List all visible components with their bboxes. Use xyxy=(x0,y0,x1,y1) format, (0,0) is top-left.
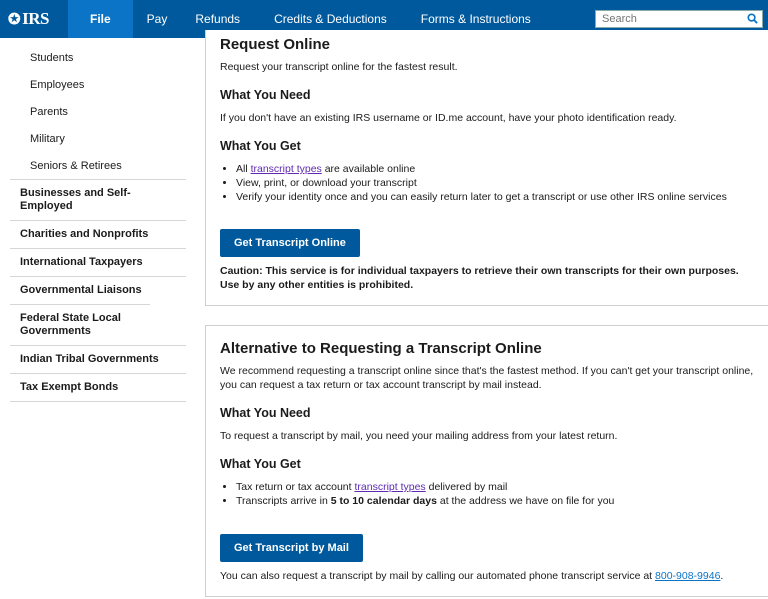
get-transcript-online-button[interactable]: Get Transcript Online xyxy=(220,229,360,257)
sidebar-item-parents[interactable]: Parents xyxy=(10,98,186,125)
sidebar-item-military[interactable]: Military xyxy=(10,125,186,152)
online-get-heading: What You Get xyxy=(220,139,301,153)
bullet-text: delivered by mail xyxy=(425,481,508,493)
delivery-days: 5 to 10 calendar days xyxy=(330,495,437,507)
online-get-list: All transcript types are available onlin… xyxy=(206,162,741,204)
online-need-heading: What You Need xyxy=(220,88,311,102)
irs-logo[interactable]: ✪ IRS xyxy=(0,0,68,38)
sidebar-item-businesses[interactable]: Businesses and Self-Employed xyxy=(10,179,186,220)
bullet-text: Transcripts arrive in xyxy=(236,495,331,507)
mail-need-heading: What You Need xyxy=(220,406,311,420)
sidebar-item-indian-tribal[interactable]: Indian Tribal Governments xyxy=(10,345,186,373)
phone-service-text: You can also request a transcript by mai… xyxy=(206,569,737,583)
list-item: All transcript types are available onlin… xyxy=(236,162,727,176)
sidebar-item-employees[interactable]: Employees xyxy=(10,71,186,98)
sidebar-item-seniors-retirees[interactable]: Seniors & Retirees xyxy=(10,152,186,179)
search-icon[interactable] xyxy=(747,13,758,24)
sidebar-item-international[interactable]: International Taxpayers xyxy=(10,248,186,276)
alternative-title: Alternative to Requesting a Transcript O… xyxy=(220,340,542,357)
online-need-text: If you don't have an existing IRS userna… xyxy=(220,112,677,124)
bullet-text: at the address we have on file for you xyxy=(436,495,615,507)
bullet-text: Tax return or tax account xyxy=(236,481,355,493)
transcript-types-link[interactable]: transcript types xyxy=(251,163,322,175)
list-item: Transcripts arrive in 5 to 10 calendar d… xyxy=(236,494,614,508)
sidebar-item-charities[interactable]: Charities and Nonprofits xyxy=(10,220,186,248)
sidebar-item-tax-exempt-bonds[interactable]: Tax Exempt Bonds xyxy=(10,373,186,402)
logo-text: IRS xyxy=(22,9,49,28)
search-box xyxy=(595,10,763,28)
phone-text: You can also request a transcript by mai… xyxy=(220,570,656,582)
phone-text-end: . xyxy=(720,570,724,582)
request-online-panel: Request Online Request your transcript o… xyxy=(205,30,768,306)
sidebar-item-students[interactable]: Students xyxy=(10,44,186,71)
list-item: View, print, or download your transcript xyxy=(236,176,727,190)
request-online-title: Request Online xyxy=(220,36,331,53)
list-item: Verify your identity once and you can ea… xyxy=(236,190,727,204)
bullet-text: are available online xyxy=(321,163,416,175)
sidebar: Students Employees Parents Military Seni… xyxy=(10,44,186,402)
get-transcript-by-mail-button[interactable]: Get Transcript by Mail xyxy=(220,534,363,562)
nav-file[interactable]: File xyxy=(68,0,133,38)
list-item: Tax return or tax account transcript typ… xyxy=(236,480,614,494)
bullet-text: All xyxy=(236,163,251,175)
request-online-intro: Request your transcript online for the f… xyxy=(220,61,458,73)
caution-text: Caution: This service is for individual … xyxy=(220,265,739,291)
alternative-intro: We recommend requesting a transcript onl… xyxy=(220,365,754,391)
phone-number-link[interactable]: 800-908-9946 xyxy=(655,570,720,582)
mail-need-text: To request a transcript by mail, you nee… xyxy=(220,430,618,442)
sidebar-item-federal-state-local[interactable]: Federal State Local Governments xyxy=(10,304,150,345)
irs-eagle-icon: ✪ xyxy=(8,11,21,28)
mail-get-heading: What You Get xyxy=(220,457,301,471)
search-input[interactable] xyxy=(596,11,741,27)
transcript-types-link[interactable]: transcript types xyxy=(354,481,425,493)
request-by-mail-panel: Alternative to Requesting a Transcript O… xyxy=(205,325,768,597)
mail-get-list: Tax return or tax account transcript typ… xyxy=(206,480,628,508)
sidebar-item-governmental-liaisons[interactable]: Governmental Liaisons xyxy=(10,276,186,304)
nav-pay[interactable]: Pay xyxy=(133,0,182,38)
